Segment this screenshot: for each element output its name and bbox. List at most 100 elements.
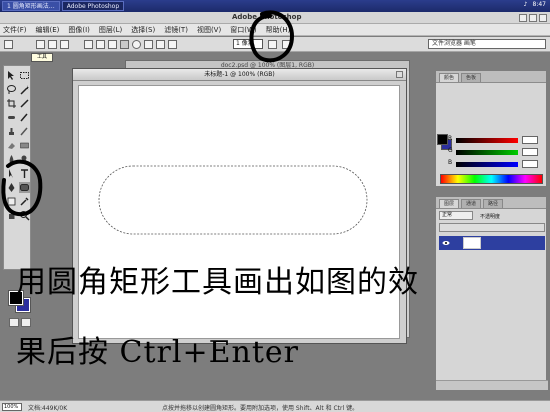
app-titlebar: Adobe Photoshop — [0, 12, 550, 24]
freeform-pen-icon[interactable] — [96, 40, 105, 49]
pen-icon[interactable] — [84, 40, 93, 49]
system-tray: ♪ 8:47 — [524, 1, 546, 8]
palette-well[interactable]: 文件浏览器 画笔 — [428, 39, 546, 49]
tool-tooltip: 工具 — [31, 53, 53, 62]
tray-speaker-icon[interactable]: ♪ — [524, 1, 528, 8]
green-slider[interactable] — [456, 150, 518, 155]
opacity-label: 不透明度 — [480, 214, 501, 220]
custom-shape-icon[interactable] — [168, 40, 177, 49]
blur-tool-icon[interactable] — [6, 154, 17, 165]
gradient-tool-icon[interactable] — [19, 140, 30, 151]
document-size: 文档:449K/0K — [28, 405, 68, 412]
type-tool-icon[interactable] — [19, 168, 30, 179]
lock-row — [439, 223, 545, 232]
line-shape-icon[interactable] — [156, 40, 165, 49]
blend-mode-select[interactable]: 正常 — [439, 211, 473, 220]
taskbar-item-photoshop[interactable]: Adobe Photoshop — [61, 1, 125, 11]
tool-hint: 点按并拖移以创建圆角矩形。要用附加选项，使用 Shift、Alt 和 Ctrl … — [162, 405, 359, 412]
rectangle-shape-icon[interactable] — [108, 40, 117, 49]
dodge-tool-icon[interactable] — [19, 154, 30, 165]
active-document-title: 未标题-1 @ 100% (RGB) — [73, 69, 406, 81]
os-taskbar: 1 圆角矩形画法… Adobe Photoshop ♪ 8:47 — [0, 0, 550, 12]
rounded-rectangle-tool-icon[interactable] — [19, 182, 30, 193]
crop-tool-icon[interactable] — [6, 98, 17, 109]
slice-tool-icon[interactable] — [19, 98, 30, 109]
menu-layer[interactable]: 图层(L) — [99, 25, 122, 35]
toolbox — [3, 65, 31, 327]
red-slider[interactable] — [456, 138, 518, 143]
layers-footer — [436, 380, 548, 390]
layer-row[interactable] — [439, 236, 545, 250]
path-add-icon[interactable] — [268, 40, 277, 49]
pen-tool-icon[interactable] — [6, 182, 17, 193]
status-bar: 100% 文档:449K/0K 点按并拖移以创建圆角矩形。要用附加选项，使用 S… — [0, 400, 550, 412]
move-tool-icon[interactable] — [6, 70, 17, 81]
color-panel: 颜色 色板 R G B — [435, 70, 547, 187]
color-ramp[interactable] — [440, 174, 543, 184]
quick-mask-mode-icon[interactable] — [21, 318, 31, 327]
menu-select[interactable]: 选择(S) — [131, 25, 155, 35]
document-close-button[interactable] — [396, 71, 403, 78]
menu-view[interactable]: 视图(V) — [197, 25, 221, 35]
visibility-eye-icon[interactable] — [442, 239, 450, 247]
clock: 8:47 — [532, 1, 546, 8]
brush-tool-icon[interactable] — [19, 112, 30, 123]
options-bar: 1 像素 文件浏览器 画笔 — [0, 37, 550, 52]
history-brush-tool-icon[interactable] — [19, 126, 30, 137]
polygon-shape-icon[interactable] — [144, 40, 153, 49]
green-value-field[interactable] — [522, 148, 538, 156]
menu-filter[interactable]: 滤镜(T) — [164, 25, 188, 35]
taskbar-item-tutorial[interactable]: 1 圆角矩形画法… — [2, 1, 60, 11]
eraser-tool-icon[interactable] — [6, 140, 17, 151]
tab-channels[interactable]: 通道 — [461, 199, 482, 208]
menu-bar: 文件(F) 编辑(E) 图像(I) 图层(L) 选择(S) 滤镜(T) 视图(V… — [0, 24, 550, 36]
rounded-rectangle-path — [98, 165, 368, 235]
menu-window[interactable]: 窗口(W) — [230, 25, 256, 35]
ellipse-shape-icon[interactable] — [132, 40, 141, 49]
tab-color[interactable]: 颜色 — [439, 73, 460, 82]
tool-preset-icon[interactable] — [4, 40, 13, 49]
zoom-tool-icon[interactable] — [19, 210, 30, 221]
rounded-rectangle-shape-icon[interactable] — [120, 40, 129, 49]
hand-tool-icon[interactable] — [6, 210, 17, 221]
marquee-tool-icon[interactable] — [19, 70, 30, 81]
shape-layers-icon[interactable] — [36, 40, 45, 49]
magic-wand-tool-icon[interactable] — [19, 84, 30, 95]
maximize-button[interactable] — [529, 14, 537, 22]
instruction-caption-line-2: 果后按 Ctrl+Enter — [16, 335, 299, 370]
menu-file[interactable]: 文件(F) — [3, 25, 27, 35]
layers-panel: 图层 通道 路径 正常 不透明度 — [435, 196, 548, 391]
minimize-button[interactable] — [519, 14, 527, 22]
canvas-drawing — [98, 165, 368, 235]
menu-image[interactable]: 图像(I) — [68, 25, 90, 35]
eyedropper-tool-icon[interactable] — [19, 196, 30, 207]
tab-swatches[interactable]: 色板 — [461, 73, 482, 82]
panel-foreground-swatch[interactable] — [437, 134, 448, 145]
close-button[interactable] — [539, 14, 547, 22]
tab-paths[interactable]: 路径 — [483, 199, 504, 208]
layer-thumbnail — [463, 237, 481, 249]
channel-b-label: B — [448, 159, 453, 166]
paths-icon[interactable] — [48, 40, 57, 49]
blue-value-field[interactable] — [522, 160, 538, 168]
healing-brush-tool-icon[interactable] — [6, 112, 17, 123]
blue-slider[interactable] — [456, 162, 518, 167]
active-document-window[interactable]: 未标题-1 @ 100% (RGB) — [72, 68, 407, 344]
radius-input[interactable]: 1 像素 — [233, 39, 263, 49]
channel-r-label: R — [448, 135, 453, 142]
fill-pixels-icon[interactable] — [60, 40, 69, 49]
menu-help[interactable]: 帮助(H) — [266, 25, 291, 35]
app-title: Adobe Photoshop — [232, 13, 302, 21]
red-value-field[interactable] — [522, 136, 538, 144]
zoom-field[interactable]: 100% — [2, 403, 22, 411]
path-subtract-icon[interactable] — [282, 40, 291, 49]
channel-g-label: G — [448, 147, 453, 154]
lasso-tool-icon[interactable] — [6, 84, 17, 95]
stamp-tool-icon[interactable] — [6, 126, 17, 137]
path-selection-tool-icon[interactable] — [6, 168, 17, 179]
instruction-caption-line-1: 用圆角矩形工具画出如图的效 — [16, 265, 419, 300]
menu-edit[interactable]: 编辑(E) — [36, 25, 60, 35]
tab-layers[interactable]: 图层 — [439, 199, 460, 208]
standard-mode-icon[interactable] — [9, 318, 19, 327]
notes-tool-icon[interactable] — [6, 196, 17, 207]
